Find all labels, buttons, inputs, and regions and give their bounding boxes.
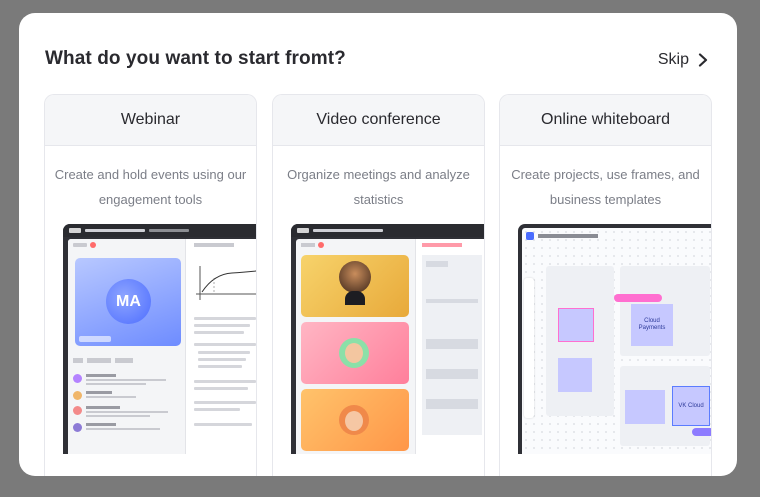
conference-preview: [291, 224, 484, 454]
participant-tile: [301, 255, 409, 317]
card-description: Create and hold events using our engagem…: [54, 167, 247, 207]
sticky-note: Cloud Payments: [631, 304, 673, 346]
dialog-title: What do you want to start fromt?: [45, 48, 346, 69]
chevron-right-icon: [698, 53, 708, 67]
start-dialog: What do you want to start fromt? Skip We…: [19, 13, 737, 476]
card-title: Webinar: [45, 95, 256, 146]
skip-button[interactable]: Skip: [658, 51, 709, 69]
card-webinar[interactable]: Webinar Create and hold events using our…: [44, 94, 257, 476]
whiteboard-preview: Cloud Payments VK Cloud: [518, 224, 711, 454]
webinar-preview: MA: [63, 224, 256, 454]
sticky-note: VK Cloud: [672, 386, 710, 426]
speaker-video: MA: [75, 258, 181, 346]
participant-tile: [301, 322, 409, 384]
card-title: Video conference: [273, 95, 484, 146]
participant-tile: [301, 389, 409, 451]
card-description: Organize meetings and analyze statistics: [287, 167, 470, 207]
card-online-whiteboard[interactable]: Online whiteboard Create projects, use f…: [499, 94, 712, 476]
card-description: Create projects, use frames, and busines…: [511, 167, 700, 207]
preview-titlebar: [291, 224, 484, 237]
avatar: MA: [106, 279, 151, 324]
card-title: Online whiteboard: [500, 95, 711, 146]
skip-label: Skip: [657, 51, 689, 68]
preview-titlebar: [63, 224, 256, 237]
card-video-conference[interactable]: Video conference Organize meetings and a…: [272, 94, 485, 476]
